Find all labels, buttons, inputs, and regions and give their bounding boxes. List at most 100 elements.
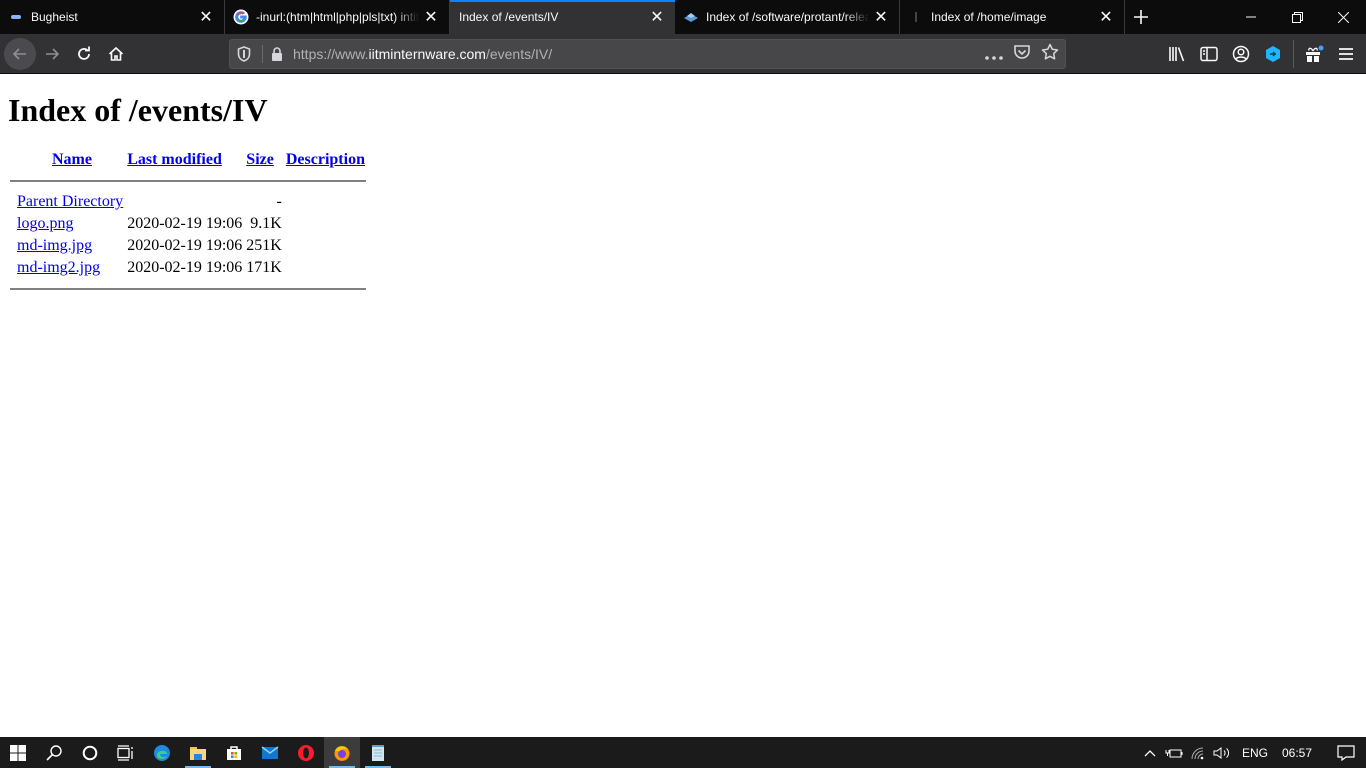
divider [10,180,366,182]
icon-column-header [10,150,30,170]
close-window-button[interactable] [1320,0,1366,34]
clock[interactable]: 06:57 [1276,746,1326,760]
sort-by-description-link[interactable]: Description [286,151,365,168]
tracking-protection-shield-icon[interactable] [230,46,258,62]
url-path: /events/IV/ [485,46,553,62]
name-column-header: Name [32,150,124,170]
modified-cell: 2020-02-19 19:06 [127,237,243,254]
separator-row [10,280,366,298]
volume-icon[interactable] [1210,746,1234,760]
wifi-icon[interactable] [1186,746,1210,760]
tab-home-image[interactable]: Index of /home/image ✕ [900,0,1125,34]
url-bar[interactable]: https://www.iitminternware.com/events/IV… [229,39,1066,69]
tab-title: Index of /software/protant/releases [706,10,869,24]
tab-software-protant[interactable]: Index of /software/protant/releases ✕ [675,0,900,34]
close-icon[interactable]: ✕ [869,5,893,29]
tab-bugheist[interactable]: Bugheist ✕ [0,0,225,34]
directory-listing-table: Name Last modified Size Description Pare… [8,148,368,300]
tab-google-search[interactable]: -inurl:(htm|html|php|pls|txt) intitle:in… [225,0,450,34]
tab-title: Index of /events/IV [459,10,559,24]
sidebar-toggle-icon[interactable] [1193,38,1225,70]
sort-by-size-link[interactable]: Size [246,151,274,168]
description-cell [285,258,366,278]
notepad-app-icon[interactable] [360,737,396,768]
action-center-icon[interactable] [1326,744,1366,761]
list-item: logo.png 2020-02-19 19:06 9.1K [10,214,366,234]
minimize-button[interactable] [1228,0,1274,34]
battery-icon[interactable] [1162,747,1186,759]
last-modified-column-header: Last modified [126,150,243,170]
size-cell: 171K [246,259,282,276]
lock-icon[interactable] [267,47,287,61]
tab-events-iv[interactable]: Index of /events/IV ✕ [450,0,675,34]
close-icon[interactable]: ✕ [194,5,218,29]
restore-button[interactable] [1274,0,1320,34]
edge-app-icon[interactable] [144,737,180,768]
file-explorer-app-icon[interactable] [180,737,216,768]
description-cell [285,192,366,212]
size-cell: - [276,193,282,210]
list-item: Parent Directory - [10,192,366,212]
account-icon[interactable] [1225,38,1257,70]
reload-button[interactable] [68,38,100,70]
table-header-row: Name Last modified Size Description [10,150,366,170]
file-link[interactable]: logo.png [17,215,73,232]
list-item: md-img.jpg 2020-02-19 19:06 251K [10,236,366,256]
chevron-up-icon[interactable] [1138,749,1162,757]
windows-taskbar: ENG 06:57 [0,737,1366,768]
description-cell [285,236,366,256]
start-button[interactable] [0,737,36,768]
bookmark-star-icon[interactable] [1041,43,1059,65]
url-separator [262,45,263,63]
extension-icon[interactable] [1257,38,1289,70]
library-icon[interactable] [1161,38,1193,70]
toolbar-separator [1293,40,1294,68]
hamburger-menu-icon[interactable] [1330,38,1362,70]
pocket-icon[interactable] [1013,44,1031,64]
home-button[interactable] [100,38,132,70]
url-host: iitminternware.com [368,46,486,62]
close-icon[interactable]: ✕ [645,5,669,29]
sort-by-name-link[interactable]: Name [52,151,92,168]
separator-row [10,172,366,190]
mail-app-icon[interactable] [252,737,288,768]
whats-new-gift-icon[interactable] [1298,38,1330,70]
cortana-button[interactable] [72,737,108,768]
size-column-header: Size [245,150,283,170]
tab-title: Index of /home/image [931,10,1047,24]
close-icon[interactable]: ✕ [419,5,443,29]
task-view-button[interactable] [108,737,144,768]
microsoft-store-app-icon[interactable] [216,737,252,768]
tab-title: -inurl:(htm|html|php|pls|txt) intitle:in… [256,10,419,24]
url-scheme: https://www. [293,46,369,62]
size-cell: 251K [246,237,282,254]
google-icon [233,9,249,25]
divider [10,288,366,290]
description-cell [285,214,366,234]
name-cell: md-img.jpg [10,236,124,256]
name-cell: Parent Directory [10,192,124,212]
page-title: Index of /events/IV [8,92,268,128]
parent-directory-link[interactable]: Parent Directory [17,193,123,210]
file-link[interactable]: md-img.jpg [17,237,92,254]
modified-cell: 2020-02-19 19:06 [127,259,243,276]
window-controls [1228,0,1366,34]
input-language-indicator[interactable]: ENG [1234,746,1276,760]
page-actions-menu-icon[interactable] [985,45,1003,64]
sort-by-last-modified-link[interactable]: Last modified [127,151,222,168]
url-text[interactable]: https://www.iitminternware.com/events/IV… [293,46,552,62]
disk-icon [683,9,699,25]
tab-title: Bugheist [31,10,78,24]
forward-button[interactable] [36,38,68,70]
search-button[interactable] [36,737,72,768]
new-tab-button[interactable] [1125,0,1157,34]
close-icon[interactable]: ✕ [1094,5,1118,29]
bugheist-icon [8,9,24,25]
back-button[interactable] [4,37,36,70]
file-link[interactable]: md-img2.jpg [17,259,100,276]
list-item: md-img2.jpg 2020-02-19 19:06 171K [10,258,366,278]
firefox-app-icon[interactable] [324,737,360,768]
size-cell: 9.1K [250,215,282,232]
opera-app-icon[interactable] [288,737,324,768]
generic-page-icon [908,9,924,25]
